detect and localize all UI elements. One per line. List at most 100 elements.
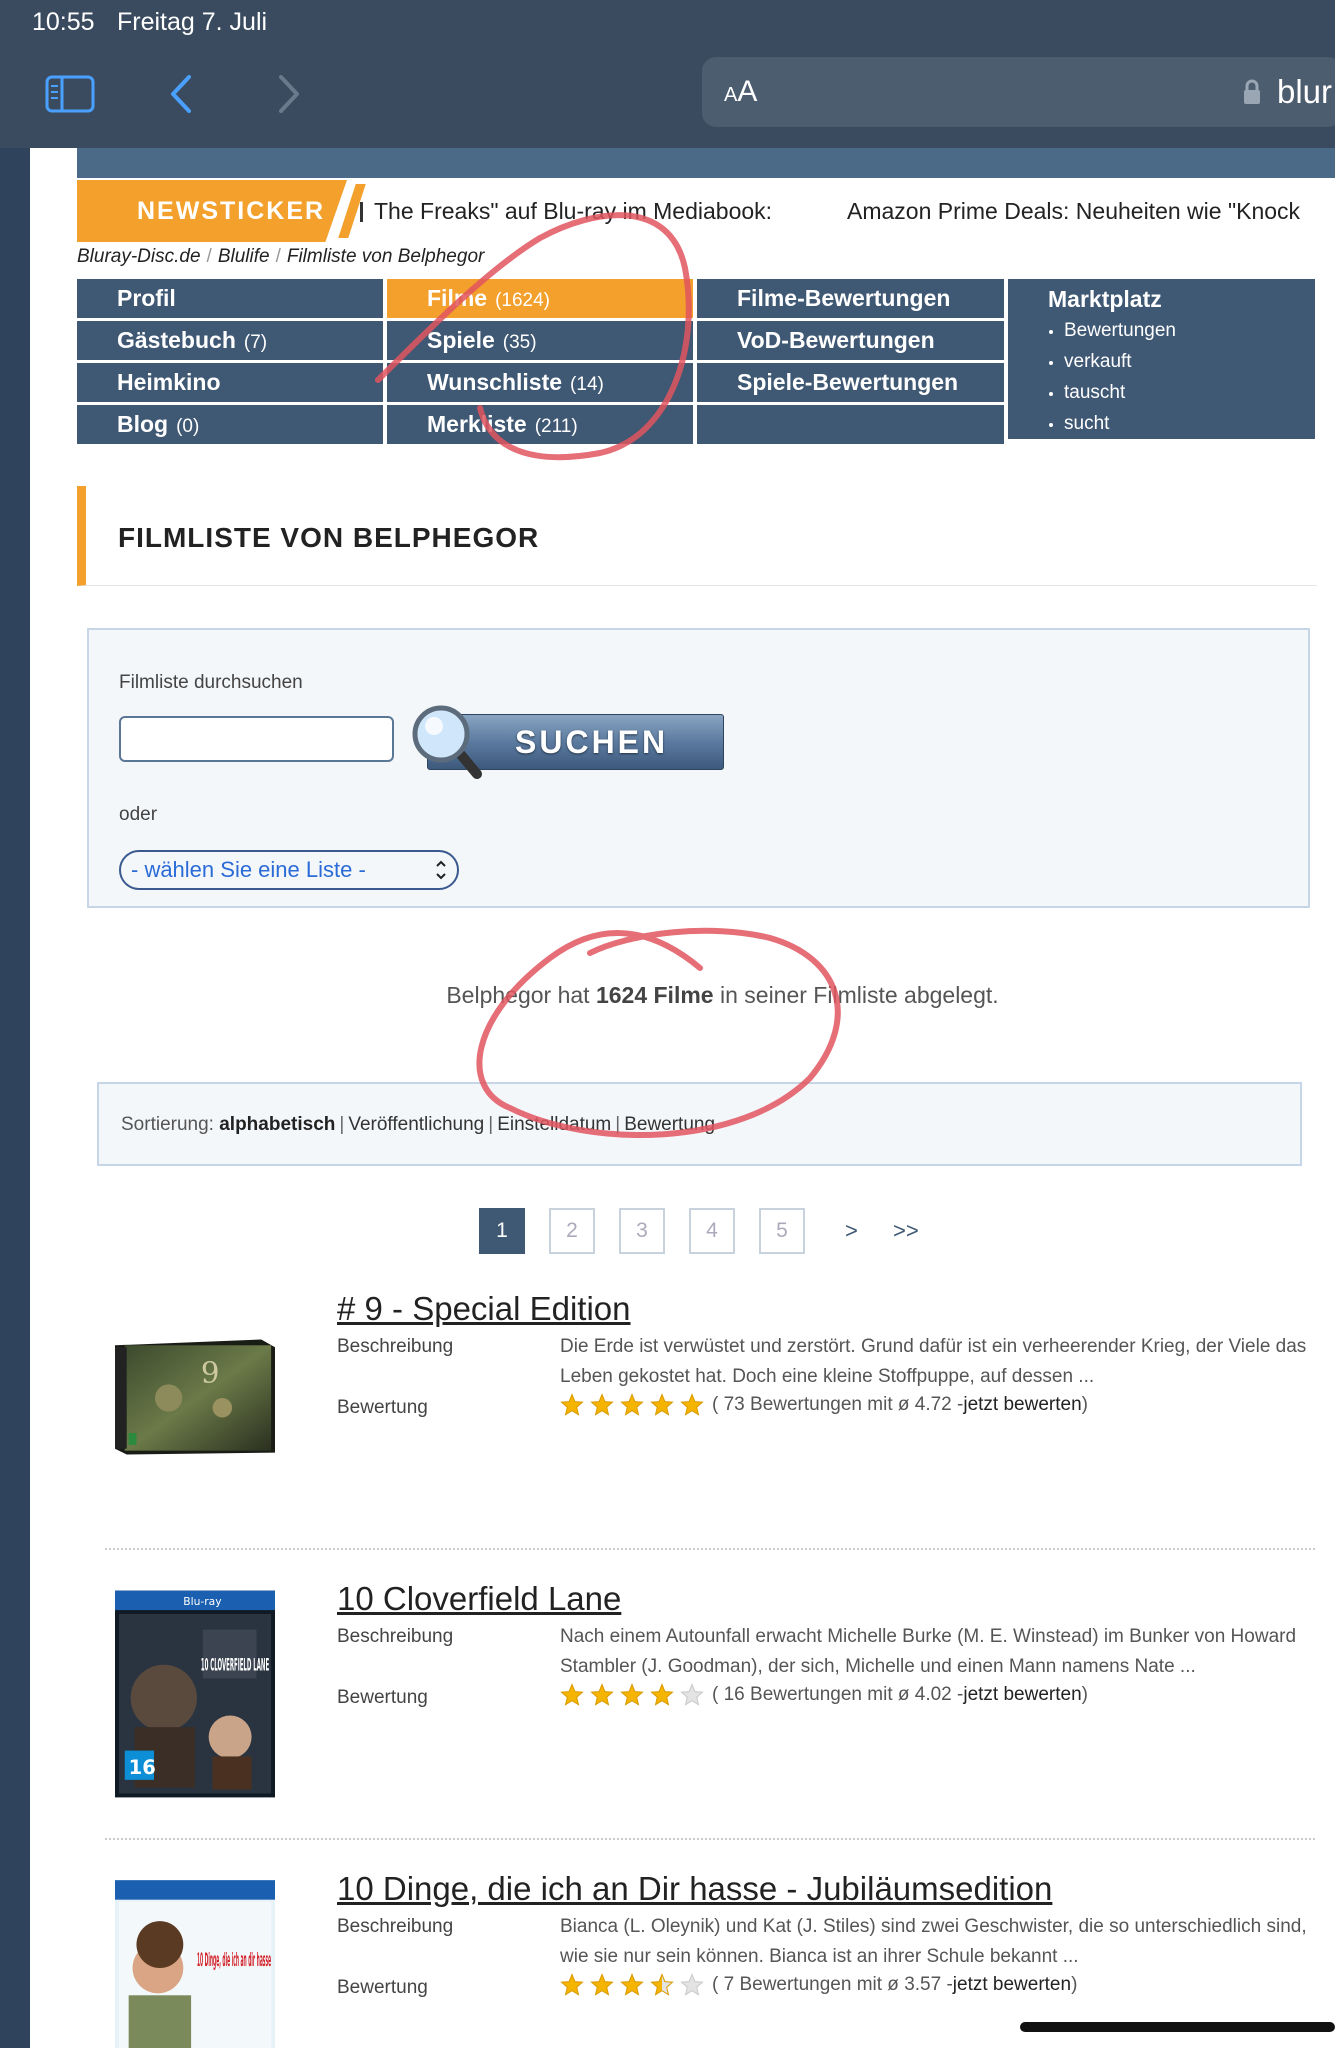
sort-einstelldatum[interactable]: Einstelldatum (497, 1114, 611, 1135)
svg-text:9: 9 (201, 1355, 220, 1389)
star-rating[interactable] (560, 1973, 704, 1997)
marktplatz-tauscht[interactable]: tauscht (1064, 377, 1315, 408)
page-3[interactable]: 3 (619, 1208, 665, 1254)
star-full-icon[interactable] (560, 1973, 584, 1997)
sort-veroeffentlichung[interactable]: Veröffentlichung (348, 1114, 484, 1135)
star-empty-icon[interactable] (680, 1973, 704, 1997)
marktplatz-verkauft[interactable]: verkauft (1064, 346, 1315, 377)
item-rating: ( 16 Bewertungen mit ø 4.02 - jetzt bewe… (560, 1683, 1088, 1707)
search-label: Filmliste durchsuchen (119, 672, 303, 693)
ticker-item[interactable]: The Freaks" auf Blu-ray im Mediabook: (374, 198, 772, 225)
forward-icon[interactable] (258, 68, 318, 120)
clock: 10:55 (32, 8, 95, 36)
list-select[interactable]: - wählen Sie eine Liste - (119, 850, 459, 890)
item-rating: ( 7 Bewertungen mit ø 3.57 - jetzt bewer… (560, 1973, 1077, 1997)
address-bar[interactable]: AA blur (702, 57, 1335, 127)
marktplatz-sucht[interactable]: sucht (1064, 408, 1315, 439)
text-size-button[interactable]: AA (724, 75, 757, 109)
rating-label: Bewertung (337, 1687, 428, 1708)
divider (105, 1838, 1315, 1840)
star-rating[interactable] (560, 1683, 704, 1707)
page-next[interactable]: > (845, 1218, 858, 1244)
rating-label: Bewertung (337, 1397, 428, 1418)
section-header: FILMLISTE VON BELPHEGOR (77, 486, 1317, 586)
marktplatz-title[interactable]: Marktplatz (1048, 283, 1315, 315)
sort-alphabetisch[interactable]: alphabetisch (219, 1114, 335, 1135)
nav-vod-bewertungen[interactable]: VoD-Bewertungen (697, 321, 1004, 360)
cover-image[interactable]: 9 (115, 1338, 275, 1456)
nav-empty-cell (697, 405, 1004, 444)
page-5[interactable]: 5 (759, 1208, 805, 1254)
rate-now-link[interactable]: jetzt bewerten (953, 1974, 1071, 1996)
star-full-icon[interactable] (680, 1393, 704, 1417)
marktplatz-bewertungen[interactable]: Bewertungen (1064, 315, 1315, 346)
star-full-icon[interactable] (590, 1973, 614, 1997)
nav-gaestebuch[interactable]: Gästebuch (7) (77, 321, 383, 360)
cover-image[interactable]: Blu-ray 10 CLOVERFIELD LANE 16 (115, 1588, 275, 1800)
rate-now-link[interactable]: jetzt bewerten (963, 1394, 1081, 1416)
breadcrumb-blulife[interactable]: Blulife (218, 246, 270, 267)
ticker-separator (360, 202, 363, 222)
sidebar-toggle-icon[interactable] (40, 68, 100, 120)
list-select-value: - wählen Sie eine Liste - (131, 857, 366, 882)
desc-label: Beschreibung (337, 1336, 454, 1357)
breadcrumb-home[interactable]: Bluray-Disc.de (77, 246, 201, 267)
star-full-icon[interactable] (590, 1393, 614, 1417)
star-full-icon[interactable] (650, 1683, 674, 1707)
ticker-label: NEWSTICKER (77, 180, 347, 242)
rate-now-link[interactable]: jetzt bewerten (963, 1684, 1081, 1706)
nav-profil[interactable]: Profil (77, 279, 383, 318)
search-button[interactable]: SUCHEN (407, 700, 727, 784)
sort-bewertung[interactable]: Bewertung (624, 1114, 715, 1135)
ticker-item[interactable]: Amazon Prime Deals: Neuheiten wie "Knock (847, 198, 1300, 225)
nav-marktplatz: Marktplatz Bewertungen verkauft tauscht … (1008, 279, 1315, 439)
cover-title: 10 Dinge, die ich an dir hasse (197, 1950, 271, 1971)
star-rating[interactable] (560, 1393, 704, 1417)
desc-label: Beschreibung (337, 1916, 454, 1937)
star-full-icon[interactable] (620, 1683, 644, 1707)
page-2[interactable]: 2 (549, 1208, 595, 1254)
back-icon[interactable] (152, 68, 212, 120)
nav-filme-bewertungen[interactable]: Filme-Bewertungen (697, 279, 1004, 318)
list-summary: Belphegor hat 1624 Filme in seiner Filml… (446, 982, 999, 1008)
list-item: Blu-ray 10 CLOVERFIELD LANE 16 10 Clover… (87, 1580, 1317, 1840)
page-last[interactable]: >> (893, 1218, 919, 1244)
nav-merkliste[interactable]: Merkliste (211) (387, 405, 693, 444)
browser-toolbar: AA blur (0, 48, 1335, 148)
item-title[interactable]: 10 Cloverfield Lane (337, 1580, 621, 1618)
nav-spiele-bewertungen[interactable]: Spiele-Bewertungen (697, 363, 1004, 402)
or-label: oder (119, 804, 158, 825)
search-input[interactable] (119, 716, 394, 762)
divider (105, 1548, 1315, 1550)
page-4[interactable]: 4 (689, 1208, 735, 1254)
cover-image[interactable]: 10 Dinge, die ich an dir hasse (115, 1878, 275, 2048)
item-description: Nach einem Autounfall erwacht Michelle B… (560, 1626, 1297, 1677)
fsk-badge: 16 (129, 1756, 156, 1779)
page-1[interactable]: 1 (479, 1208, 525, 1254)
star-full-icon[interactable] (590, 1683, 614, 1707)
search-panel: Filmliste durchsuchen SUCHEN oder - wähl… (87, 628, 1310, 908)
nav-wunschliste[interactable]: Wunschliste (14) (387, 363, 693, 402)
rating-label: Bewertung (337, 1977, 428, 1998)
star-full-icon[interactable] (620, 1973, 644, 1997)
nav-filme[interactable]: Filme (1624) (387, 279, 693, 318)
nav-blog[interactable]: Blog (0) (77, 405, 383, 444)
star-full-icon[interactable] (560, 1683, 584, 1707)
nav-spiele[interactable]: Spiele (35) (387, 321, 693, 360)
cover-title: 10 CLOVERFIELD LANE (201, 1656, 269, 1675)
star-full-icon[interactable] (560, 1393, 584, 1417)
magnifier-icon (412, 705, 482, 779)
item-rating: ( 73 Bewertungen mit ø 4.72 - jetzt bewe… (560, 1393, 1088, 1417)
nav-heimkino[interactable]: Heimkino (77, 363, 383, 402)
item-description: Bianca (L. Oleynik) und Kat (J. Stiles) … (560, 1916, 1307, 1967)
star-empty-icon[interactable] (680, 1683, 704, 1707)
page-title: FILMLISTE VON BELPHEGOR (118, 522, 540, 553)
star-full-icon[interactable] (620, 1393, 644, 1417)
lock-icon (1242, 79, 1262, 110)
star-full-icon[interactable] (650, 1393, 674, 1417)
header-strip (77, 148, 1335, 178)
star-half-icon[interactable] (650, 1973, 674, 1997)
item-title[interactable]: # 9 - Special Edition (337, 1290, 631, 1328)
item-title[interactable]: 10 Dinge, die ich an Dir hasse - Jubiläu… (337, 1870, 1052, 1908)
list-item: 9 # 9 - Special Edition Beschreibung Die… (87, 1290, 1317, 1550)
